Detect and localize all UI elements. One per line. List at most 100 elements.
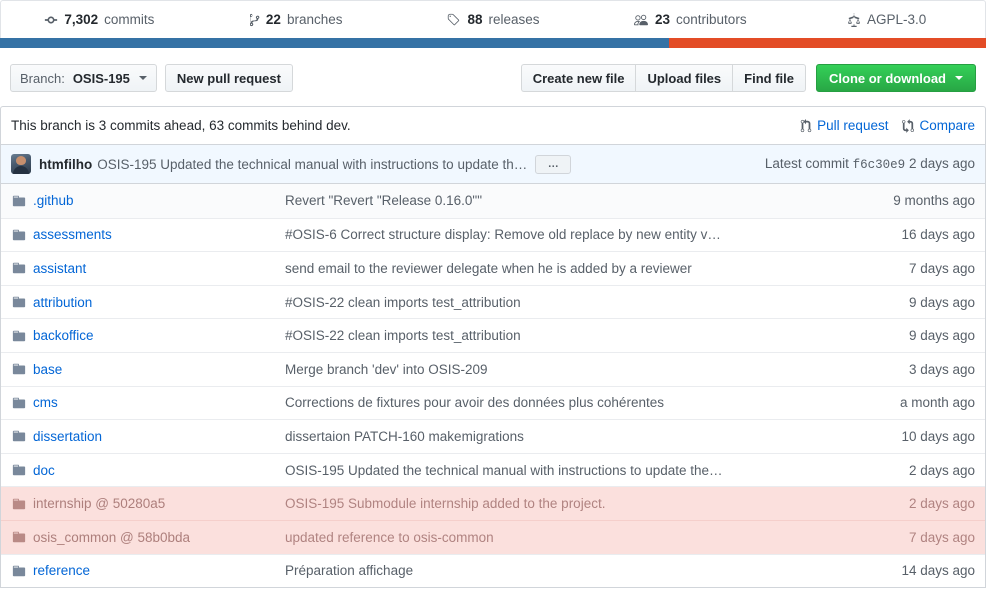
upload-files-button[interactable]: Upload files — [635, 64, 733, 92]
table-row[interactable]: backoffice #OSIS-22 clean imports test_at… — [1, 318, 985, 352]
file-name-cell: attribution — [33, 295, 285, 310]
stat-contributors-count: 23 — [655, 11, 671, 27]
stat-commits[interactable]: 7,302 commits — [1, 13, 198, 27]
commit-age-cell: 7 days ago — [908, 260, 975, 276]
table-row[interactable]: reference Préparation affichage 14 days ag… — [1, 553, 985, 588]
commit-age-cell: 9 days ago — [908, 328, 975, 344]
folder-icon — [11, 396, 33, 410]
compare-link-label: Compare — [919, 118, 975, 133]
table-row[interactable]: assistant send email to the reviewer dele… — [1, 251, 985, 285]
branch-status-notice: This branch is 3 commits ahead, 63 commi… — [0, 106, 986, 144]
file-name-link[interactable]: base — [33, 362, 62, 377]
file-name-cell: .github — [33, 193, 285, 208]
stat-branches-label: branches — [286, 11, 343, 27]
repository-file-browser: 7,302 commits 22 branches 88 releases 23… — [0, 0, 986, 594]
law-icon — [847, 12, 861, 27]
commit-age-cell: 3 days ago — [908, 361, 975, 377]
commit-age-cell: 10 days ago — [901, 428, 975, 444]
file-name-link[interactable]: internship @ 50280a5 — [33, 496, 165, 511]
commit-message-cell[interactable]: OSIS-195 Submodule internship added to t… — [285, 496, 857, 511]
file-name-link[interactable]: reference — [33, 563, 90, 578]
file-name-link[interactable]: cms — [33, 395, 58, 410]
repo-stats-bar: 7,302 commits 22 branches 88 releases 23… — [0, 0, 986, 38]
table-row[interactable]: assessments #OSIS-6 Correct structure dis… — [1, 217, 985, 252]
stat-contributors[interactable]: 23 contributors — [591, 13, 788, 27]
expand-commit-message-button[interactable]: … — [535, 154, 572, 174]
latest-commit-meta: Latest commit f6c30e9 2 days ago — [765, 156, 975, 172]
commit-message-cell[interactable]: Corrections de fixtures pour avoir des d… — [285, 395, 857, 410]
file-name-link[interactable]: doc — [33, 463, 55, 478]
commit-age-cell: a month ago — [899, 395, 975, 411]
latest-commit-header: htmfilho OSIS-195 Updated the technical … — [0, 144, 986, 184]
file-name-link[interactable]: .github — [33, 193, 74, 208]
clone-or-download-button[interactable]: Clone or download — [816, 64, 976, 92]
file-name-cell: backoffice — [33, 328, 285, 343]
repo-actions-toolbar: Branch: OSIS-195 New pull request Create… — [0, 48, 986, 106]
stat-releases[interactable]: 88 releases — [395, 13, 592, 27]
commit-message-cell[interactable]: #OSIS-22 clean imports test_attribution — [285, 328, 857, 343]
table-row[interactable]: osis_common @ 58b0bda updated reference t… — [1, 519, 985, 554]
latest-commit-sha[interactable]: f6c30e9 — [853, 158, 906, 172]
folder-icon — [11, 429, 33, 443]
file-name-cell: assistant — [33, 261, 285, 276]
stat-branches[interactable]: 22 branches — [198, 13, 395, 27]
commit-author-link[interactable]: htmfilho — [39, 157, 92, 172]
git-compare-icon — [902, 118, 915, 133]
commit-age-cell: 7 days ago — [908, 529, 975, 545]
stat-branches-count: 22 — [265, 11, 281, 27]
table-row[interactable]: internship @ 50280a5 OSIS-195 Submodule i… — [1, 486, 985, 520]
commit-message-cell[interactable]: updated reference to osis-common — [285, 530, 857, 545]
chevron-down-icon — [138, 76, 147, 80]
commit-age-cell: 9 days ago — [908, 294, 975, 310]
commit-message-cell[interactable]: dissertaion PATCH-160 makemigrations — [285, 429, 857, 444]
commit-message-cell[interactable]: Préparation affichage — [285, 563, 857, 578]
toolbar-right-group: Create new file Upload files Find file C… — [520, 64, 976, 92]
commit-message-cell[interactable]: #OSIS-6 Correct structure display: Remov… — [285, 227, 857, 242]
clone-or-download-label: Clone or download — [829, 70, 946, 86]
create-new-file-button[interactable]: Create new file — [520, 64, 636, 92]
language-bar — [0, 38, 986, 48]
folder-icon — [11, 329, 33, 343]
compare-link[interactable]: Compare — [902, 118, 975, 133]
table-row[interactable]: .github Revert "Revert "Release 0.16.0"" 9… — [1, 184, 985, 218]
stat-license[interactable]: AGPL-3.0 — [788, 13, 985, 27]
toolbar-left-group: Branch: OSIS-195 New pull request — [10, 64, 293, 92]
file-name-cell: base — [33, 362, 285, 377]
commit-age-cell: 9 months ago — [893, 193, 975, 209]
stat-commits-label: commits — [104, 11, 155, 27]
table-row[interactable]: dissertation dissertaion PATCH-160 makemi… — [1, 419, 985, 453]
pull-request-link-label: Pull request — [817, 118, 889, 133]
table-row[interactable]: cms Corrections de fixtures pour avoir de… — [1, 385, 985, 420]
file-name-link[interactable]: assistant — [33, 261, 86, 276]
commit-message-cell[interactable]: Merge branch 'dev' into OSIS-209 — [285, 362, 857, 377]
file-name-cell: doc — [33, 463, 285, 478]
find-file-button[interactable]: Find file — [732, 64, 806, 92]
table-row[interactable]: attribution #OSIS-22 clean imports test_a… — [1, 284, 985, 319]
table-row[interactable]: base Merge branch 'dev' into OSIS-209 3 da… — [1, 351, 985, 386]
file-name-link[interactable]: assessments — [33, 227, 112, 242]
commit-message-cell[interactable]: OSIS-195 Updated the technical manual wi… — [285, 463, 857, 478]
commit-message-cell[interactable]: send email to the reviewer delegate when… — [285, 261, 857, 276]
git-commit-icon — [44, 13, 58, 27]
avatar[interactable] — [11, 154, 31, 174]
stat-releases-count: 88 — [467, 11, 483, 27]
commit-message-cell[interactable]: #OSIS-22 clean imports test_attribution — [285, 295, 857, 310]
table-row[interactable]: doc OSIS-195 Updated the technical manual… — [1, 452, 985, 487]
commit-age-cell: 2 days ago — [908, 496, 975, 512]
file-name-link[interactable]: dissertation — [33, 429, 102, 444]
commit-message-cell[interactable]: Revert "Revert "Release 0.16.0"" — [285, 193, 857, 208]
commit-age-cell: 14 days ago — [901, 563, 975, 579]
commit-message-link[interactable]: OSIS-195 Updated the technical manual wi… — [97, 157, 527, 172]
new-pull-request-button[interactable]: New pull request — [164, 64, 293, 92]
branch-selector-button[interactable]: Branch: OSIS-195 — [10, 64, 157, 92]
folder-icon — [11, 194, 33, 208]
file-name-link[interactable]: backoffice — [33, 328, 94, 343]
file-name-link[interactable]: osis_common @ 58b0bda — [33, 530, 190, 545]
file-list-table: .github Revert "Revert "Release 0.16.0"" 9… — [0, 184, 986, 589]
folder-icon — [11, 295, 33, 309]
language-segment-primary[interactable] — [0, 38, 669, 48]
file-name-link[interactable]: attribution — [33, 295, 92, 310]
submodule-icon — [11, 530, 33, 544]
language-segment-secondary[interactable] — [668, 38, 986, 48]
pull-request-link[interactable]: Pull request — [800, 118, 888, 133]
